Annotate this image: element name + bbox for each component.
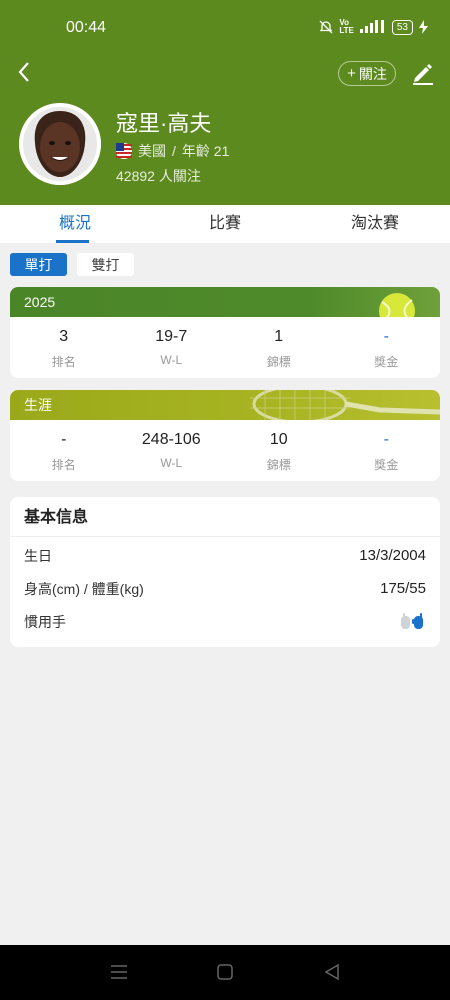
- stat-prize[interactable]: - 獎金: [333, 420, 441, 481]
- info-row-birthday: 生日 13/3/2004: [10, 539, 440, 572]
- stat-win-loss: 19-7 W-L: [118, 317, 226, 378]
- home-icon[interactable]: [213, 962, 237, 982]
- season-title: 2025: [24, 294, 56, 310]
- career-title: 生涯: [24, 397, 52, 413]
- tab-knockout[interactable]: 淘汰賽: [300, 205, 450, 243]
- stat-value: 1: [274, 328, 284, 345]
- tennis-ball-icon: [379, 293, 415, 317]
- age-label: 年齡 21: [181, 143, 230, 159]
- season-stats-card: 2025 3 排名 19-7 W-L 1 錦標 - 獎金: [10, 287, 440, 378]
- signal-icon: [359, 20, 384, 33]
- battery-icon: 53: [391, 19, 413, 35]
- tab-matches[interactable]: 比賽: [150, 205, 300, 243]
- stat-label: 錦標: [266, 355, 291, 369]
- info-row-height-weight: 身高(cm) / 體重(kg) 175/55: [10, 572, 440, 605]
- status-bar: 00:44 Vo LTE 53: [0, 0, 450, 56]
- player-avatar: [19, 103, 101, 185]
- stat-value: 10: [269, 431, 288, 448]
- stat-value: -: [61, 431, 67, 448]
- mute-icon: [319, 20, 333, 34]
- stat-value: -: [383, 431, 389, 448]
- info-label: 生日: [24, 547, 52, 564]
- singles-button[interactable]: 單打: [10, 253, 67, 276]
- stat-label: W-L: [160, 456, 183, 470]
- player-meta: 美國 / 年齡 21: [116, 141, 229, 161]
- stat-titles: 1 錦標: [225, 317, 333, 378]
- stat-prize[interactable]: - 獎金: [333, 317, 441, 378]
- stat-label: 排名: [51, 355, 76, 369]
- back-icon[interactable]: [320, 962, 344, 982]
- right-hand-icon: [401, 612, 423, 629]
- charging-icon: [419, 20, 428, 34]
- stat-titles: 10 錦標: [225, 420, 333, 481]
- info-label: 慣用手: [24, 613, 66, 630]
- career-stats-card: 生涯 - 排名 248-106 W-L 10 錦標 - 獎金: [10, 390, 440, 481]
- stat-win-loss: 248-106 W-L: [118, 420, 226, 481]
- edit-icon[interactable]: [410, 60, 436, 86]
- stat-label: 排名: [51, 458, 76, 472]
- stat-value: 19-7: [155, 328, 188, 345]
- stat-ranking: - 排名: [10, 420, 118, 481]
- stat-label: 獎金: [374, 355, 399, 369]
- status-icons: Vo LTE 53: [319, 19, 428, 35]
- season-card-header: 2025: [10, 287, 440, 317]
- chevron-left-icon: [18, 62, 29, 82]
- country-label: 美國: [138, 143, 166, 159]
- doubles-button[interactable]: 雙打: [77, 253, 134, 276]
- season-stats-row: 3 排名 19-7 W-L 1 錦標 - 獎金: [10, 317, 440, 378]
- career-card-header: 生涯: [10, 390, 440, 420]
- tennis-racket-icon: [250, 390, 440, 420]
- stat-value: 248-106: [141, 431, 201, 448]
- info-value: 13/3/2004: [359, 547, 426, 564]
- back-button[interactable]: [12, 58, 36, 86]
- career-stats-row: - 排名 248-106 W-L 10 錦標 - 獎金: [10, 420, 440, 481]
- stat-ranking: 3 排名: [10, 317, 118, 378]
- info-value: 175/55: [380, 580, 426, 597]
- player-name: 寇里·高夫: [116, 111, 212, 136]
- player-photo: [19, 103, 101, 185]
- stat-label: 獎金: [374, 458, 399, 472]
- info-row-handedness: 慣用手: [10, 605, 440, 638]
- stat-value: 3: [59, 328, 69, 345]
- menu-icon[interactable]: [107, 962, 131, 982]
- stat-value: -: [383, 328, 389, 345]
- basic-info-card: 基本信息 生日 13/3/2004 身高(cm) / 體重(kg) 175/55…: [10, 497, 440, 647]
- profile-header: 00:44 Vo LTE 53 + 關注 寇里·高夫 美國 / 年齡 21 42…: [0, 0, 450, 205]
- tab-overview[interactable]: 概況: [0, 205, 150, 243]
- stat-label: W-L: [160, 353, 183, 367]
- followers-count: 42892 人關注: [116, 168, 201, 184]
- plus-icon: +: [347, 65, 356, 82]
- tab-bar: 概況 比賽 淘汰賽: [0, 205, 450, 243]
- follow-label: 關注: [358, 65, 387, 82]
- basic-info-title: 基本信息: [10, 497, 440, 537]
- system-nav-bar: [0, 945, 450, 1000]
- follow-button[interactable]: + 關注: [338, 61, 396, 86]
- meta-separator: /: [172, 143, 176, 159]
- stat-label: 錦標: [266, 458, 291, 472]
- info-label: 身高(cm) / 體重(kg): [24, 580, 144, 597]
- volte-icon: Vo LTE: [339, 18, 354, 35]
- status-time: 00:44: [66, 19, 107, 36]
- us-flag-icon: [116, 143, 132, 159]
